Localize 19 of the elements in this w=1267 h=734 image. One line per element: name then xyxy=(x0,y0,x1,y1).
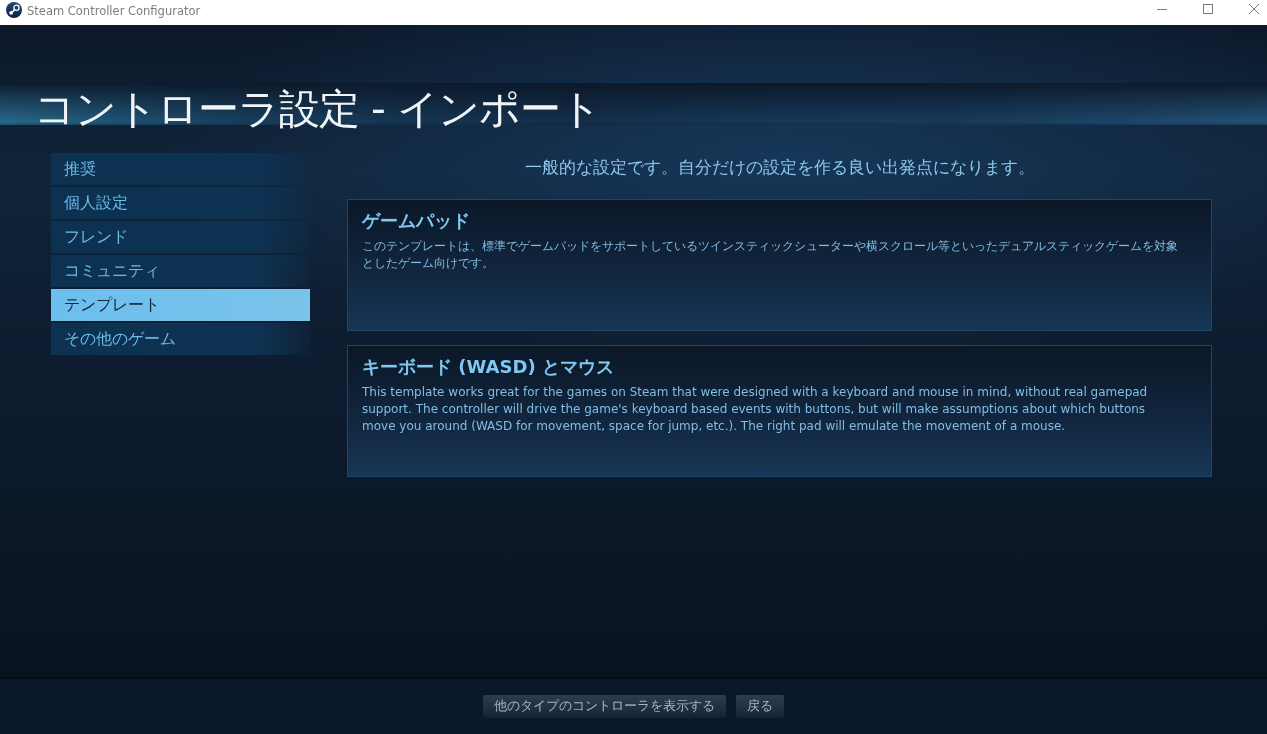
footer-button[interactable]: 他のタイプのコントローラを表示する xyxy=(483,695,726,718)
sidebar-item[interactable]: テンプレート xyxy=(51,289,310,321)
template-title: ゲームパッド xyxy=(362,209,470,233)
window-title: Steam Controller Configurator xyxy=(27,4,201,18)
section-subtitle: 一般的な設定です。自分だけの設定を作る良い出発点になります。 xyxy=(524,156,1035,179)
template-card[interactable]: ゲームパッド このテンプレートは、標準でゲームパッドをサポートしているツインスティックシューターや横スクロール等といったデュアルスティックゲームを対象としたゲーム向けです。 xyxy=(347,199,1212,331)
template-title: キーボード (WASD) とマウス xyxy=(362,355,614,379)
template-description: This template works great for the games on Steam that were designed with a keyboard and mouse in mind, without real gamepad support. The controller will drive the game's keyboard based events with buttons, but will make assumptions about which buttons move you around (WASD for movement, space for jump, etc.). The right pad will emulate the movement of a mouse. xyxy=(362,384,1149,435)
template-description: このテンプレートは、標準でゲームパッドをサポートしているツインスティックシューターや横スクロール等といったデュアルスティックゲームを対象としたゲーム向けです。 xyxy=(362,238,1179,272)
sidebar-item[interactable]: 個人設定 xyxy=(51,187,310,219)
close-icon[interactable] xyxy=(1249,4,1259,14)
page-heading: コントローラ設定 - インポート xyxy=(34,84,601,135)
sidebar-item[interactable]: 推奨 xyxy=(51,153,310,185)
template-card[interactable] xyxy=(347,345,1212,477)
footer-button[interactable]: 戻る xyxy=(736,695,784,718)
sidebar-item[interactable]: フレンド xyxy=(51,221,310,253)
maximize-icon[interactable] xyxy=(1203,4,1213,14)
sidebar-item[interactable]: その他のゲーム xyxy=(51,323,310,355)
sidebar-item[interactable]: コミュニティ xyxy=(51,255,310,287)
